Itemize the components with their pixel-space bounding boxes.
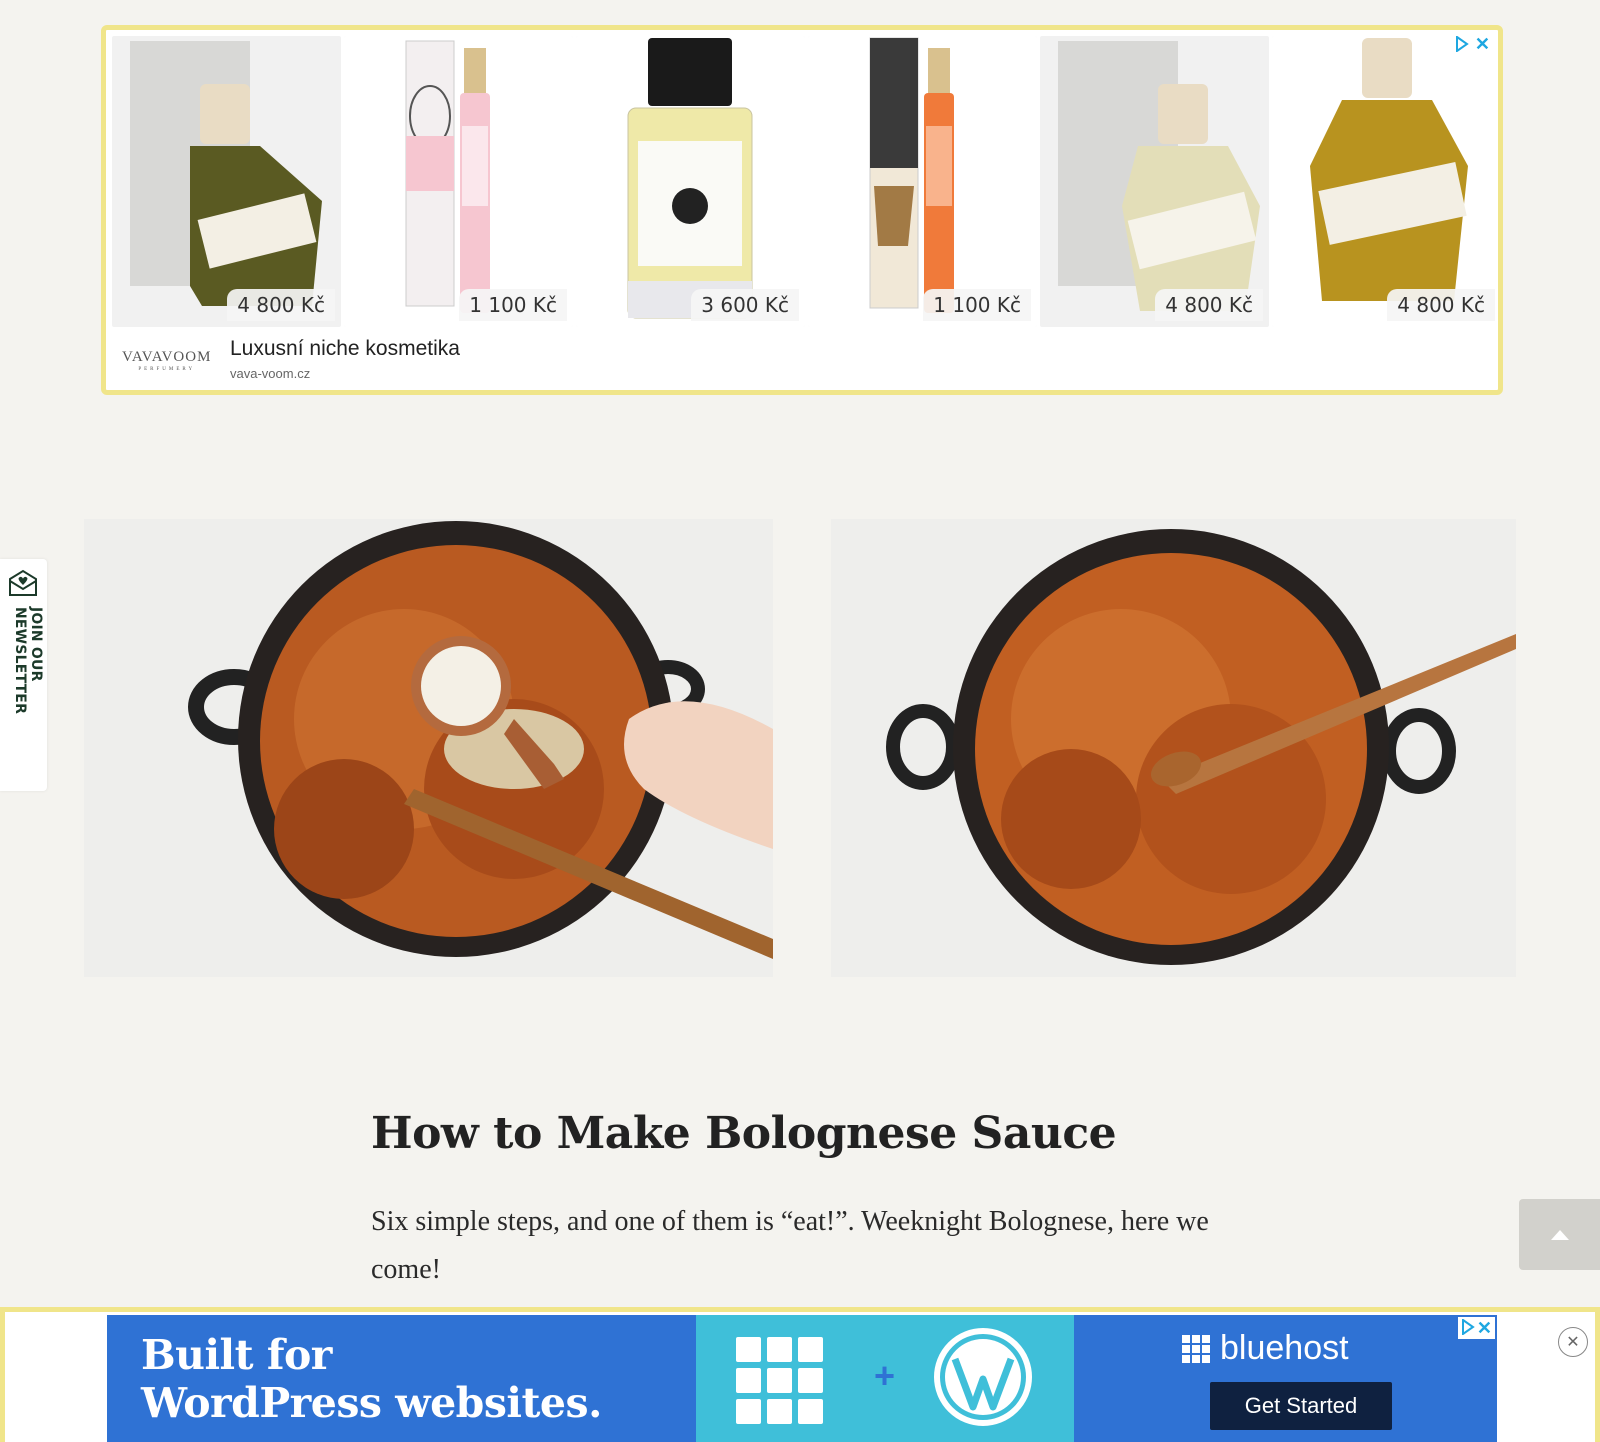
section-heading: How to Make Bolognese Sauce xyxy=(371,1108,1117,1159)
perfume-bottle-image xyxy=(576,36,805,327)
bluehost-grid-icon xyxy=(736,1337,823,1424)
bluehost-logo: bluehost xyxy=(1182,1329,1349,1368)
ad-product-card[interactable]: 1 100 Kč xyxy=(808,36,1037,327)
ad-tagline: Built for WordPress websites. xyxy=(141,1331,602,1427)
ad-product-price: 4 800 Kč xyxy=(227,289,335,321)
ad-close-icon[interactable]: ✕ xyxy=(1477,1319,1492,1337)
ad-product-carousel: 4 800 Kč 1 100 Kč 3 600 Kč 1 100 Kč 4 80… xyxy=(112,36,1498,327)
ad-product-price: 3 600 Kč xyxy=(691,289,799,321)
plus-sign: + xyxy=(874,1355,896,1396)
ad-logo-panel: + xyxy=(696,1315,1074,1442)
ad-url[interactable]: vava-voom.cz xyxy=(230,366,310,381)
ad-product-price: 4 800 Kč xyxy=(1155,289,1263,321)
ad-product-card[interactable]: 1 100 Kč xyxy=(344,36,573,327)
perfume-bottle-image xyxy=(808,36,1037,327)
section-intro: Six simple steps, and one of them is “ea… xyxy=(371,1206,1209,1285)
get-started-button[interactable]: Get Started xyxy=(1210,1382,1392,1430)
ad-choices[interactable]: ✕ xyxy=(1455,35,1490,53)
close-icon[interactable]: ✕ xyxy=(1558,1327,1588,1357)
newsletter-label: JOIN OUR NEWSLETTER xyxy=(12,607,44,715)
ad-info-icon[interactable] xyxy=(1461,1319,1475,1335)
perfume-bottle-image xyxy=(130,41,322,306)
ad-product-card[interactable]: 3 600 Kč xyxy=(576,36,805,327)
envelope-heart-icon xyxy=(9,569,37,596)
ad-product-card[interactable]: 4 800 Kč xyxy=(112,36,341,327)
ad-choices[interactable]: ✕ xyxy=(1457,1317,1495,1339)
ad-headline[interactable]: Luxusní niche kosmetika xyxy=(230,337,460,361)
ad-info-icon[interactable] xyxy=(1455,36,1469,52)
perfume-bottle-image xyxy=(344,36,573,327)
sticky-footer-ad: Built for WordPress websites. + bluehost… xyxy=(0,1307,1600,1442)
ad-product-price: 4 800 Kč xyxy=(1387,289,1495,321)
ad-product-card[interactable]: 4 800 Kč xyxy=(1040,36,1269,327)
arrow-up-icon xyxy=(1551,1230,1569,1240)
ad-product-price: 1 100 Kč xyxy=(459,289,567,321)
ad-product-card[interactable]: 4 800 Kč xyxy=(1272,36,1498,327)
bluehost-grid-icon xyxy=(1182,1334,1210,1363)
bluehost-ad-banner[interactable]: Built for WordPress websites. + bluehost… xyxy=(107,1315,1497,1442)
newsletter-tab[interactable]: JOIN OUR NEWSLETTER xyxy=(0,559,47,791)
perfume-bottle-image xyxy=(1058,41,1260,311)
bolognese-photo-stirring xyxy=(831,519,1516,977)
bolognese-photo-adding-milk xyxy=(84,519,773,977)
ad-brand-logo: VAVAVOOM PERFUMERY xyxy=(122,349,212,372)
ad-close-icon[interactable]: ✕ xyxy=(1475,35,1490,53)
top-ad-banner[interactable]: ✕ 4 800 Kč 1 100 Kč 3 600 Kč 1 100 Kč 4 … xyxy=(101,25,1503,395)
scroll-to-top-button[interactable] xyxy=(1519,1199,1600,1270)
perfume-bottle-image xyxy=(1272,36,1498,327)
ad-product-price: 1 100 Kč xyxy=(923,289,1031,321)
wordpress-logo-icon xyxy=(934,1328,1032,1426)
ad-footer[interactable]: VAVAVOOM PERFUMERY Luxusní niche kosmeti… xyxy=(106,333,1498,390)
